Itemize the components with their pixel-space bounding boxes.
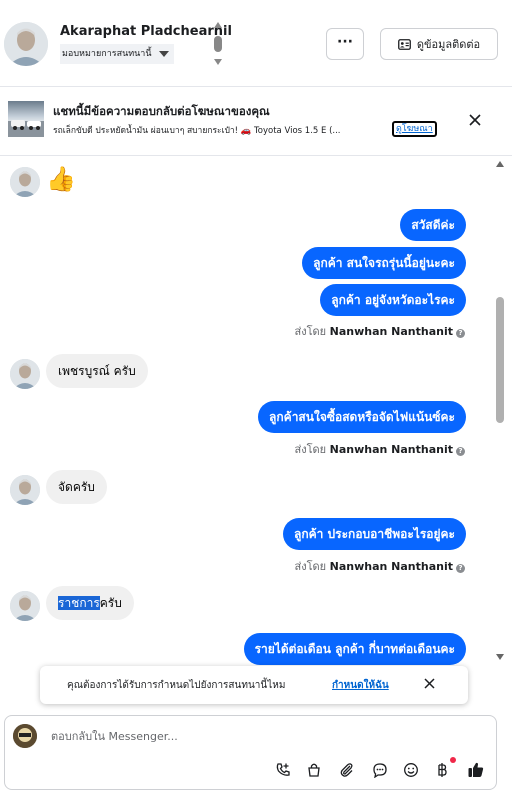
- header-mini-scrollbar[interactable]: [212, 22, 224, 68]
- customer-avatar: [10, 359, 40, 389]
- ad-banner-title: แชทนี้มีข้อความตอบกลับต่อโฆษณาของคุณ: [53, 104, 270, 118]
- conversation-header: Akaraphat Pladchearnil มอบหมายการสนทนานี…: [0, 0, 512, 87]
- message-thread[interactable]: 👍 สวัสดีค่ะ ลูกค้า สนใจรถรุ่นนี้อยู่นะคะ…: [0, 157, 496, 710]
- scroll-thumb[interactable]: [214, 36, 222, 52]
- info-icon[interactable]: ?: [456, 329, 465, 338]
- customer-avatar: [10, 167, 40, 197]
- sent-by-prefix: ส่งโดย: [294, 560, 327, 573]
- contact-avatar[interactable]: [4, 22, 48, 66]
- close-icon[interactable]: [424, 678, 435, 689]
- message-bubble-outgoing[interactable]: ลูกค้า สนใจรถรุ่นนี้อยู่นะคะ: [302, 247, 466, 279]
- assign-label: มอบหมายการสนทนานี้: [62, 49, 152, 59]
- close-icon[interactable]: [469, 114, 481, 126]
- ad-thumbnail[interactable]: [8, 101, 44, 137]
- view-ad-link[interactable]: ดูโฆษณา: [392, 121, 437, 137]
- contact-name: Akaraphat Pladchearnil: [60, 24, 232, 39]
- chevron-down-icon: [158, 51, 169, 57]
- contact-card-icon: [397, 38, 411, 50]
- message-bubble-incoming[interactable]: เพชรบูรณ์ ครับ: [46, 354, 148, 388]
- saved-reply-icon[interactable]: [370, 760, 390, 780]
- scroll-thumb[interactable]: [496, 297, 504, 423]
- scroll-down-arrow-icon[interactable]: [214, 59, 222, 65]
- message-bubble-outgoing[interactable]: ลูกค้าสนใจซื้อสดหรือจัดไฟแน้นซ์คะ: [258, 401, 466, 433]
- contact-info-label: ดูข้อมูลติดต่อ: [416, 38, 481, 51]
- customer-avatar: [10, 475, 40, 505]
- sent-by-label: ส่งโดย Nanwhan Nanthanit?: [295, 440, 465, 458]
- selected-text: ราชการ: [58, 596, 100, 610]
- sent-by-label: ส่งโดย Nanwhan Nanthanit?: [295, 322, 465, 340]
- message-bubble-outgoing[interactable]: รายได้ต่อเดือน ลูกค้า กี่บาทต่อเดือนคะ: [243, 633, 466, 665]
- reply-input[interactable]: [51, 730, 471, 743]
- message-bubble-outgoing[interactable]: ลูกค้า อยู่จังหวัดอะไรคะ: [320, 284, 466, 316]
- sent-by-name: Nanwhan Nanthanit: [329, 443, 453, 456]
- baht-icon[interactable]: [432, 760, 452, 780]
- attach-icon[interactable]: [337, 760, 357, 780]
- ad-reply-banner: แชทนี้มีข้อความตอบกลับต่อโฆษณาของคุณ รถเ…: [0, 88, 512, 156]
- thumbs-up-icon[interactable]: [466, 760, 486, 780]
- message-bubble-outgoing[interactable]: สวัสดีค่ะ: [400, 209, 466, 241]
- info-icon[interactable]: ?: [456, 447, 465, 456]
- sent-by-prefix: ส่งโดย: [294, 443, 327, 456]
- thumbs-up-emoji: 👍: [46, 165, 76, 193]
- scroll-up-arrow-icon[interactable]: [214, 22, 222, 28]
- sent-by-prefix: ส่งโดย: [294, 325, 327, 338]
- sent-by-label: ส่งโดย Nanwhan Nanthanit?: [295, 557, 465, 575]
- bag-icon[interactable]: [304, 760, 324, 780]
- assign-prompt-toast: คุณต้องการได้รับการกำหนดไปยังการสนทนานี้…: [40, 666, 468, 704]
- call-add-icon[interactable]: [273, 760, 293, 780]
- sent-by-name: Nanwhan Nanthanit: [329, 325, 453, 338]
- notification-dot: [450, 757, 456, 763]
- message-text: ครับ: [99, 596, 122, 610]
- emoji-icon[interactable]: [401, 760, 421, 780]
- info-icon[interactable]: ?: [456, 564, 465, 573]
- assign-to-me-link[interactable]: กำหนดให้ฉัน: [332, 678, 389, 693]
- message-composer: [4, 715, 497, 790]
- sent-by-name: Nanwhan Nanthanit: [329, 560, 453, 573]
- more-options-button[interactable]: ···: [326, 28, 364, 60]
- scroll-up-arrow-icon[interactable]: [496, 161, 504, 167]
- assign-conversation-dropdown[interactable]: มอบหมายการสนทนานี้: [60, 44, 174, 64]
- message-bubble-incoming[interactable]: ราชการครับ: [46, 586, 134, 620]
- customer-avatar: [10, 591, 40, 621]
- thread-scrollbar[interactable]: [495, 157, 507, 665]
- ad-banner-subtitle: รถเล็กขับดี ประหยัดน้ำมัน ผ่อนเบาๆ สบายก…: [53, 126, 341, 136]
- assign-prompt-text: คุณต้องการได้รับการกำหนดไปยังการสนทนานี้…: [67, 680, 286, 691]
- scroll-down-arrow-icon[interactable]: [496, 654, 504, 660]
- page-avatar: [13, 724, 37, 748]
- message-bubble-outgoing[interactable]: ลูกค้า ประกอบอาชีพอะไรอยู่คะ: [282, 518, 466, 550]
- view-contact-info-button[interactable]: ดูข้อมูลติดต่อ: [380, 28, 498, 60]
- message-bubble-incoming[interactable]: จัดครับ: [46, 470, 107, 504]
